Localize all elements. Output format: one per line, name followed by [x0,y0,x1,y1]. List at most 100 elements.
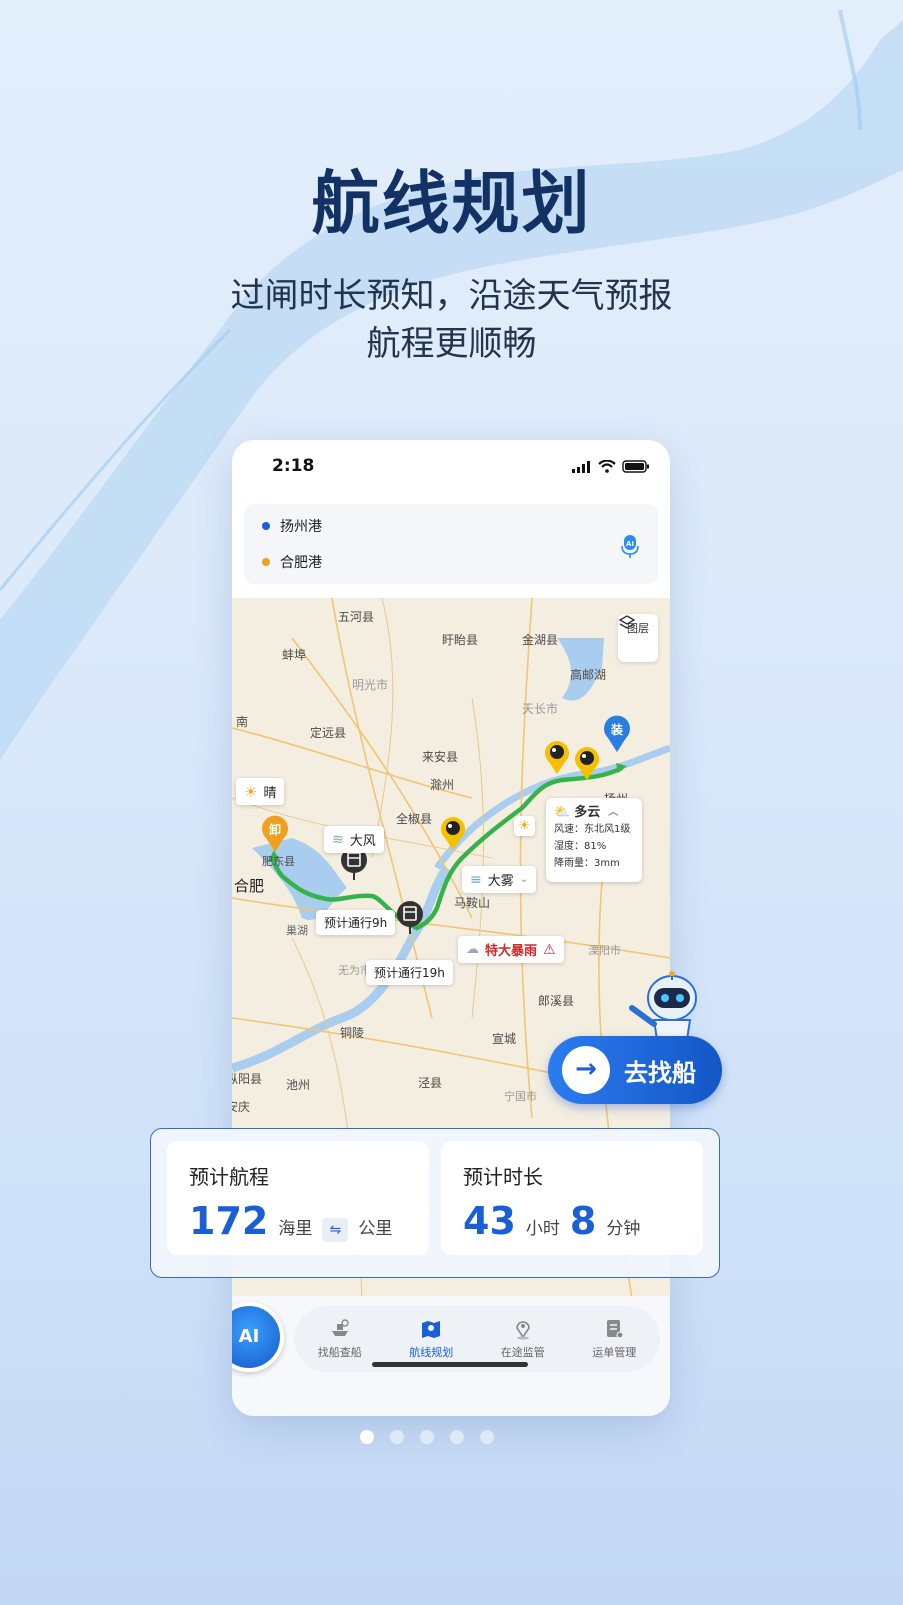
wifi-icon [598,460,616,473]
place-chizhou: 池州 [286,1078,311,1092]
distance-unit: 海里 [278,1219,313,1239]
place-quanjiao: 全椒县 [396,812,433,826]
place-xuancheng: 宣城 [492,1032,517,1046]
load-port-marker-icon[interactable]: 装 [602,714,632,754]
place-tianchang: 天长市 [522,702,559,716]
weather-card-wind: 风速：东北风1级 [554,824,631,835]
tab-label: 在途监管 [500,1346,545,1359]
duration-label: 预计时长 [463,1165,543,1189]
hero-subtitle-line2: 航程更顺畅 [366,324,537,364]
page-dot[interactable] [360,1430,374,1444]
page-dot[interactable] [390,1430,404,1444]
place-mingguang: 明光市 [352,678,389,692]
warning-icon: ⚠ [543,941,556,958]
place-liyang: 溧阳市 [588,944,621,957]
route-origin: 扬州港 [280,519,322,535]
weather-card-header: ⛅ 多云 ︿ [554,804,634,821]
pagination-dots [360,1430,494,1444]
status-time: 2:18 [272,456,315,476]
origin-dot-icon [262,522,270,530]
place-ningguo: 宁国市 [504,1090,537,1103]
place-bengbu: 蚌埠 [282,648,307,662]
hours-value: 43 [463,1199,516,1243]
place-dingyuan: 定远县 [310,726,347,740]
weather-wind-label: 大风 [349,834,376,849]
fog-icon: ≡ [470,871,482,888]
lock-eta-tag-1: 预计通行9h [316,910,396,935]
partly-cloudy-icon: ⛅ [554,805,571,820]
tab-in-transit[interactable]: 在途监管 [483,1318,563,1360]
wind-icon: ≋ [332,831,344,848]
page-dot[interactable] [480,1430,494,1444]
place-wuhe: 五河县 [338,610,375,624]
ship-marker-icon[interactable] [572,744,602,782]
weather-tag-fog[interactable]: ≡ 大雾 ⌄ [462,866,537,893]
place-gaoyouhu: 高邮湖 [570,668,607,682]
minutes-unit: 分钟 [606,1219,641,1239]
lock-gate-marker-icon[interactable] [396,900,424,936]
unit-swap-icon[interactable]: ⇋ [322,1218,349,1242]
chevron-up-icon[interactable]: ︿ [608,804,618,821]
load-marker-label: 装 [610,722,623,737]
duration-value-row: 43 小时 8 分钟 [463,1199,640,1243]
distance-value-row: 172 海里 ⇋ 公里 [189,1199,392,1243]
distance-alt-unit[interactable]: 公里 [358,1214,392,1239]
layers-icon [618,615,636,629]
home-indicator [372,1362,528,1367]
unload-marker-label: 卸 [269,822,281,837]
weather-card-humidity: 湿度：81% [554,841,607,852]
sun-icon: ☀ [244,782,258,801]
svg-text:AI: AI [626,540,634,548]
find-ship-button[interactable]: → 去找船 [548,1036,722,1104]
place-nan: 南 [236,715,249,729]
sun-icon: ☀ [518,818,531,834]
tab-route-planning[interactable]: 航线规划 [391,1318,471,1360]
weather-tag-sunny-2: ☀ [514,816,535,836]
place-langxi: 郎溪县 [538,994,575,1008]
ship-marker-icon[interactable] [438,814,468,852]
weather-tag-storm[interactable]: ☁ 特大暴雨 ⚠ [458,936,564,963]
tab-waybill[interactable]: 运单管理 [574,1318,654,1360]
cellular-signal-icon [572,461,590,473]
tab-label: 运单管理 [592,1346,637,1359]
ai-assistant-button[interactable]: AI [232,1302,284,1372]
place-hefei: 合肥 [234,877,265,895]
weather-card-rain: 降雨量：3mm [554,858,620,869]
place-laian: 来安县 [422,750,459,764]
location-pin-icon [515,1321,530,1340]
place-xuyi: 盱眙县 [442,633,479,647]
map-layer-button[interactable]: 图层 [618,614,658,662]
weather-detail-card[interactable]: ⛅ 多云 ︿ 风速：东北风1级 湿度：81% 降雨量：3mm [546,798,642,882]
hero-subtitle-line1: 过闸时长预知，沿途天气预报 [230,276,673,316]
hours-unit: 小时 [525,1219,560,1239]
route-destination-row[interactable]: 合肥港 [262,552,322,572]
place-zongyang: 枞阳县 [232,1072,263,1086]
ai-voice-mic-icon[interactable]: AI [620,534,640,558]
place-feidong: 肥东县 [262,855,295,868]
place-jingxian: 泾县 [418,1076,443,1090]
page-dot[interactable] [450,1430,464,1444]
route-map-icon [422,1321,441,1338]
ship-marker-icon[interactable] [542,738,572,776]
distance-label: 预计航程 [189,1165,269,1189]
status-bar: 2:18 [232,440,670,498]
weather-tag-wind[interactable]: ≋ 大风 [324,826,384,853]
place-tongling: 铜陵 [340,1026,365,1040]
route-input-panel: 扬州港 合肥港 AI [244,504,658,584]
route-destination: 合肥港 [280,555,322,571]
bottom-tab-bar: AI 找船查船 航线规划 在途监管 运单管理 [232,1296,670,1416]
unload-port-marker-icon[interactable]: 卸 [260,814,290,854]
distance-box: 预计航程 172 海里 ⇋ 公里 [167,1141,429,1255]
page-dot[interactable] [420,1430,434,1444]
lock-eta-tag-2: 预计通行19h [366,960,453,985]
place-anqing: 安庆 [232,1100,251,1114]
status-icons [572,460,650,473]
chevron-down-icon: ⌄ [519,874,529,885]
weather-tag-sunny[interactable]: ☀ 晴 [236,778,285,805]
weather-sunny-label: 晴 [263,786,277,801]
place-maanshan: 马鞍山 [454,896,491,910]
tab-find-ship[interactable]: 找船查船 [300,1318,380,1360]
storm-cloud-icon: ☁ [466,942,479,957]
find-ship-label: 去找船 [624,1058,696,1087]
route-origin-row[interactable]: 扬州港 [262,516,322,536]
